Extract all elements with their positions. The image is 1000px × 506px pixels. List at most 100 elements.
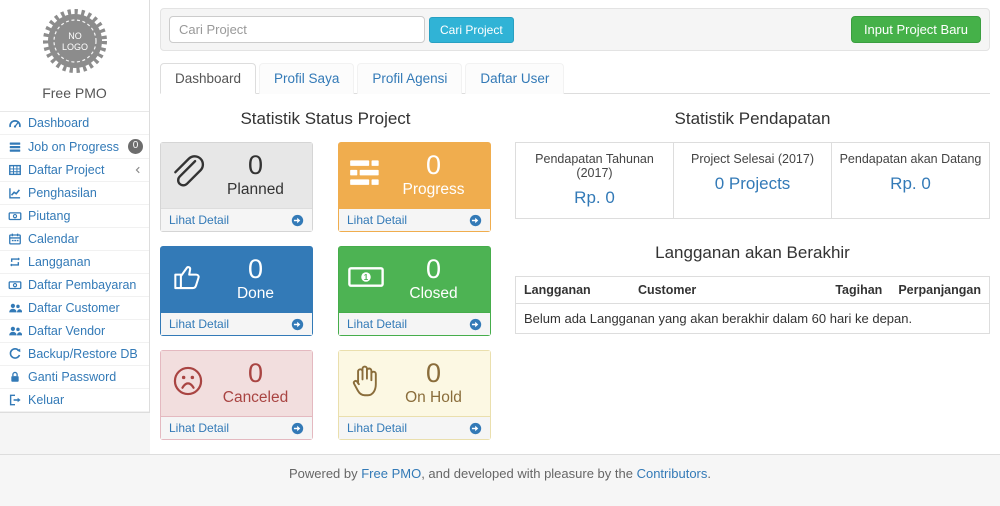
search-input[interactable] bbox=[169, 16, 425, 43]
stat-pendapatan-akan-datang: Pendapatan akan Datang Rp. 0 bbox=[831, 143, 989, 218]
arrow-circle-right-icon[interactable] bbox=[469, 422, 482, 435]
empty-message: Belum ada Langganan yang akan berakhir d… bbox=[516, 304, 990, 334]
arrow-circle-right-icon[interactable] bbox=[469, 214, 482, 227]
lihat-detail-link[interactable]: Lihat Detail bbox=[169, 317, 304, 331]
sidebar-item-calendar[interactable]: Calendar bbox=[0, 228, 149, 251]
sidebar-item-piutang[interactable]: Piutang bbox=[0, 205, 149, 228]
line-chart-icon bbox=[8, 186, 22, 200]
arrow-circle-right-icon[interactable] bbox=[469, 318, 482, 331]
lihat-detail-link[interactable]: Lihat Detail bbox=[169, 421, 304, 435]
search-button[interactable]: Cari Project bbox=[429, 17, 514, 43]
sidebar-item-daftar-vendor[interactable]: Daftar Vendor bbox=[0, 320, 149, 343]
chevron-left-icon bbox=[133, 165, 143, 175]
table-row: Belum ada Langganan yang akan berakhir d… bbox=[516, 304, 990, 334]
col-langganan: Langganan bbox=[516, 277, 630, 304]
no-logo-badge: NO LOGO bbox=[41, 8, 109, 79]
status-count: 0 bbox=[385, 358, 482, 388]
lock-icon bbox=[8, 370, 22, 384]
tab-profil-agensi[interactable]: Profil Agensi bbox=[357, 63, 462, 94]
sidebar: NO LOGO Free PMO Dashboard Job on Progre… bbox=[0, 0, 150, 413]
arrow-circle-right-icon[interactable] bbox=[291, 422, 304, 435]
lihat-detail-link[interactable]: Lihat Detail bbox=[169, 213, 304, 227]
sidebar-item-label: Ganti Password bbox=[28, 370, 116, 384]
sidebar-item-daftar-project[interactable]: Daftar Project bbox=[0, 159, 149, 182]
sidebar-item-label: Daftar Customer bbox=[28, 301, 120, 315]
sidebar-item-label: Piutang bbox=[28, 209, 70, 223]
svg-text:LOGO: LOGO bbox=[61, 42, 87, 52]
paperclip-icon bbox=[169, 152, 207, 194]
tasks-icon bbox=[8, 140, 22, 154]
tab-bar: Dashboard Profil Saya Profil Agensi Daft… bbox=[160, 63, 990, 94]
lihat-detail-link[interactable]: Lihat Detail bbox=[347, 317, 482, 331]
col-customer: Customer bbox=[630, 277, 827, 304]
sidebar-item-label: Dashboard bbox=[28, 116, 89, 130]
money-icon bbox=[8, 209, 22, 223]
money-icon bbox=[8, 278, 22, 292]
sidebar-item-job-on-progress[interactable]: Job on Progress 0 bbox=[0, 135, 149, 159]
refresh-icon bbox=[8, 347, 22, 361]
status-count: 0 bbox=[207, 150, 304, 180]
svg-text:1: 1 bbox=[364, 273, 369, 282]
sidebar-item-label: Daftar Project bbox=[28, 163, 104, 177]
sidebar-item-label: Langganan bbox=[28, 255, 91, 269]
sidebar-item-label: Backup/Restore DB bbox=[28, 347, 138, 361]
job-count-badge: 0 bbox=[128, 139, 143, 154]
tab-profil-saya[interactable]: Profil Saya bbox=[259, 63, 354, 94]
sidebar-item-label: Calendar bbox=[28, 232, 79, 246]
lihat-detail-link[interactable]: Lihat Detail bbox=[347, 213, 482, 227]
table-icon bbox=[8, 163, 22, 177]
status-count: 0 bbox=[207, 254, 304, 284]
status-label: On Hold bbox=[385, 388, 482, 408]
status-section: Statistik Status Project 0 Planned Lihat… bbox=[160, 94, 491, 440]
retweet-icon bbox=[8, 255, 22, 269]
frown-icon bbox=[169, 360, 207, 402]
free-pmo-link[interactable]: Free PMO bbox=[361, 466, 421, 481]
arrow-circle-right-icon[interactable] bbox=[291, 214, 304, 227]
subscription-section-title: Langganan akan Berakhir bbox=[515, 243, 990, 263]
status-count: 0 bbox=[385, 150, 482, 180]
sidebar-item-backup-restore[interactable]: Backup/Restore DB bbox=[0, 343, 149, 366]
status-card-done: 0 Done Lihat Detail bbox=[160, 246, 313, 336]
status-label: Closed bbox=[385, 284, 482, 304]
col-perpanjangan: Perpanjangan bbox=[890, 277, 989, 304]
sidebar-item-penghasilan[interactable]: Penghasilan bbox=[0, 182, 149, 205]
sidebar-item-label: Keluar bbox=[28, 393, 64, 407]
tab-daftar-user[interactable]: Daftar User bbox=[465, 63, 564, 94]
status-label: Planned bbox=[207, 180, 304, 200]
sidebar-item-dashboard[interactable]: Dashboard bbox=[0, 112, 149, 135]
sign-out-icon bbox=[8, 393, 22, 407]
sidebar-item-langganan[interactable]: Langganan bbox=[0, 251, 149, 274]
sidebar-item-label: Job on Progress bbox=[28, 140, 119, 154]
app-name: Free PMO bbox=[0, 85, 149, 101]
new-project-button[interactable]: Input Project Baru bbox=[851, 16, 981, 43]
svg-text:NO: NO bbox=[68, 31, 82, 41]
lihat-detail-link[interactable]: Lihat Detail bbox=[347, 421, 482, 435]
income-section-title: Statistik Pendapatan bbox=[515, 109, 990, 129]
sidebar-item-daftar-customer[interactable]: Daftar Customer bbox=[0, 297, 149, 320]
sidebar-item-label: Daftar Pembayaran bbox=[28, 278, 136, 292]
contributors-link[interactable]: Contributors bbox=[637, 466, 708, 481]
status-label: Canceled bbox=[207, 388, 304, 408]
users-icon bbox=[8, 324, 22, 338]
sidebar-item-daftar-pembayaran[interactable]: Daftar Pembayaran bbox=[0, 274, 149, 297]
main-content: Cari Project Input Project Baru Dashboar… bbox=[150, 0, 1000, 454]
tab-dashboard[interactable]: Dashboard bbox=[160, 63, 256, 94]
subscription-table: Langganan Customer Tagihan Perpanjangan … bbox=[515, 276, 990, 334]
hand-paper-icon bbox=[347, 360, 385, 402]
calendar-icon bbox=[8, 232, 22, 246]
status-card-progress: 0 Progress Lihat Detail bbox=[338, 142, 491, 232]
page-footer: Powered by Free PMO, and developed with … bbox=[0, 454, 1000, 506]
tasks-icon bbox=[347, 152, 385, 194]
status-section-title: Statistik Status Project bbox=[160, 109, 491, 129]
arrow-circle-right-icon[interactable] bbox=[291, 318, 304, 331]
status-card-closed: 1 0 Closed Lihat Detail bbox=[338, 246, 491, 336]
sidebar-item-ganti-password[interactable]: Ganti Password bbox=[0, 366, 149, 389]
stat-pendapatan-tahunan: Pendapatan Tahunan (2017) Rp. 0 bbox=[516, 143, 673, 218]
dashboard-icon bbox=[8, 116, 22, 130]
status-count: 0 bbox=[385, 254, 482, 284]
users-icon bbox=[8, 301, 22, 315]
money-icon: 1 bbox=[347, 256, 385, 298]
stat-project-selesai: Project Selesai (2017) 0 Projects bbox=[673, 143, 831, 218]
sidebar-item-keluar[interactable]: Keluar bbox=[0, 389, 149, 412]
income-stats-table: Pendapatan Tahunan (2017) Rp. 0 Project … bbox=[515, 142, 990, 219]
